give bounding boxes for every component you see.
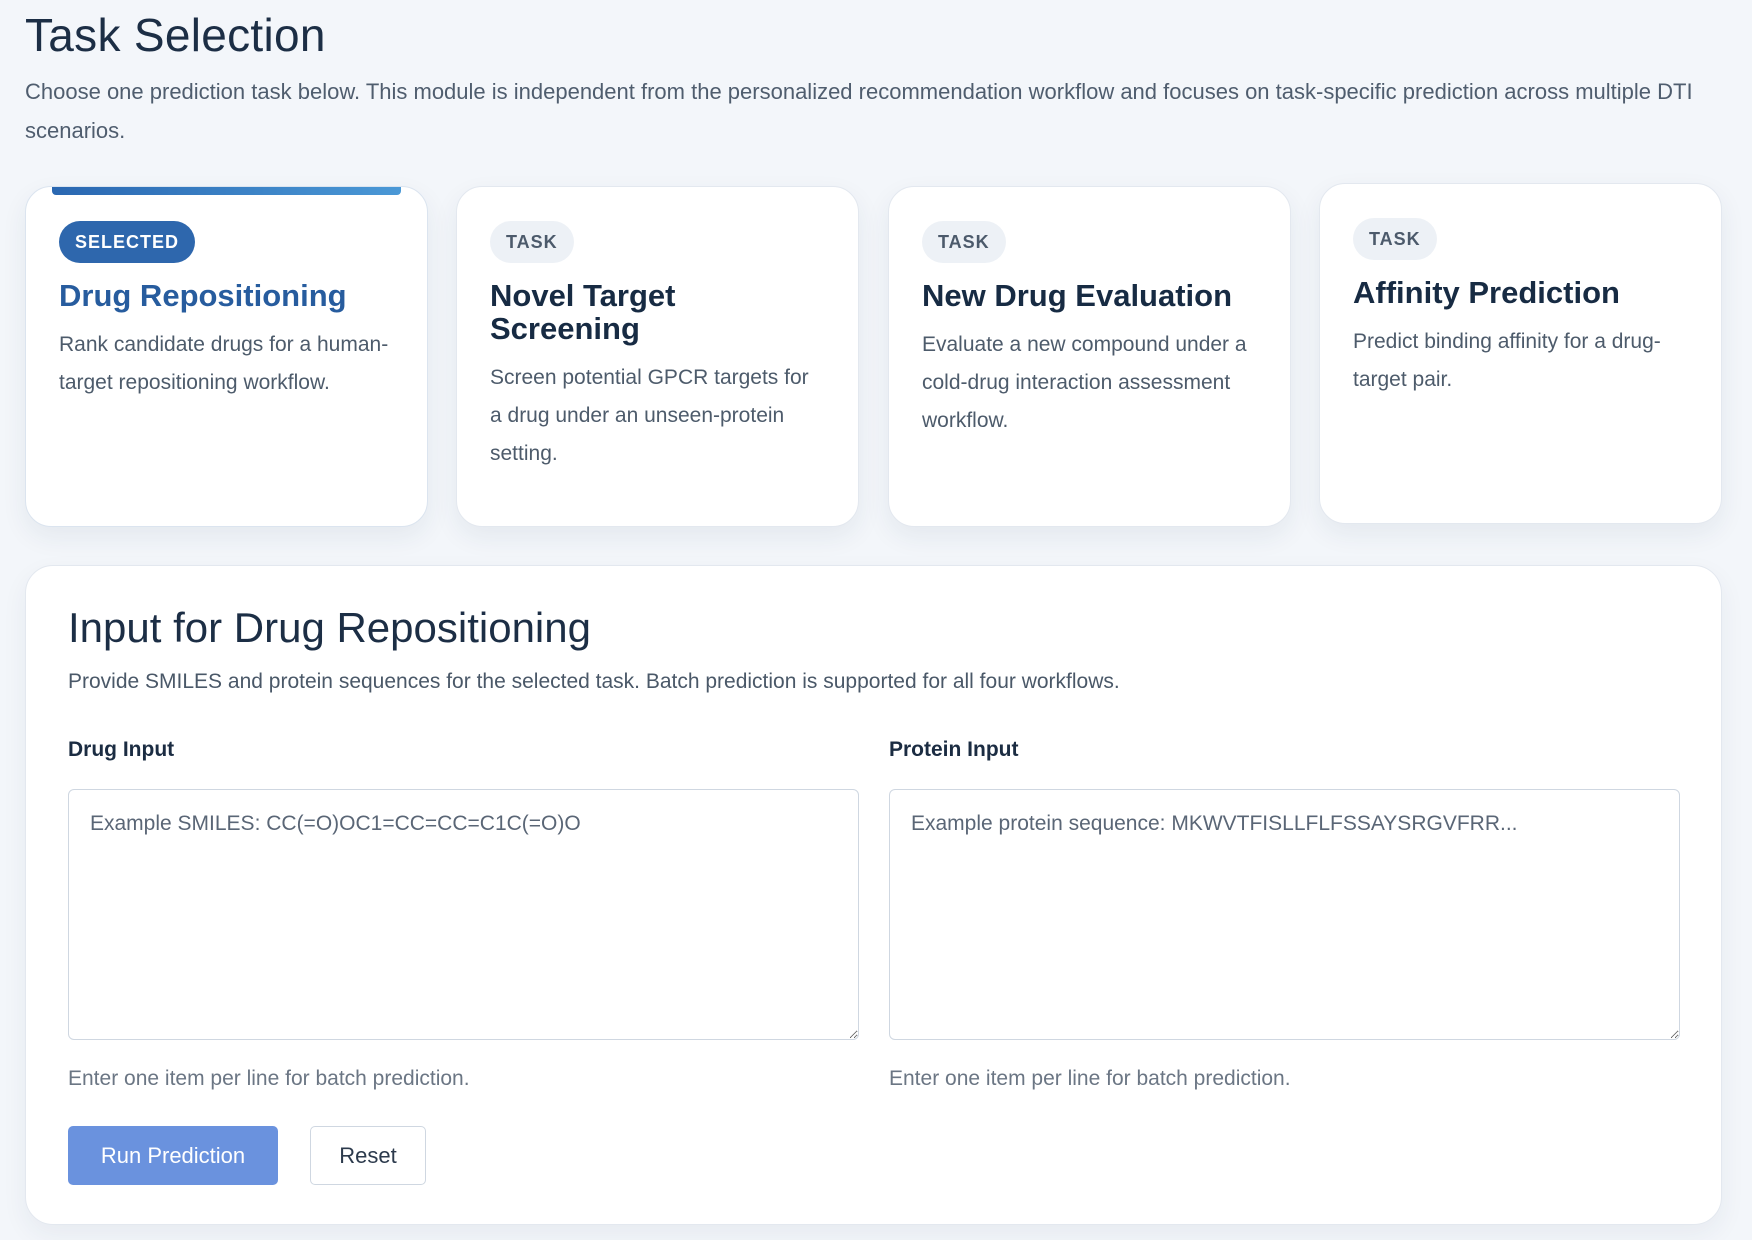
page-description: Choose one prediction task below. This m…: [25, 79, 1693, 143]
protein-input-group: Protein Input Enter one item per line fo…: [889, 738, 1680, 1091]
drug-input-label: Drug Input: [68, 738, 175, 761]
protein-input-label: Protein Input: [889, 738, 1019, 761]
run-prediction-button[interactable]: Run Prediction: [68, 1126, 278, 1185]
task-description: Evaluate a new compound under a cold-dru…: [922, 333, 1247, 432]
input-panel: Input for Drug Repositioning Provide SMI…: [25, 565, 1722, 1225]
selected-indicator-bar: [52, 187, 401, 195]
drug-input-group: Drug Input Enter one item per line for b…: [68, 738, 859, 1091]
task-badge: TASK: [490, 221, 574, 263]
task-badge: TASK: [1353, 218, 1437, 260]
task-description: Predict binding affinity for a drug-targ…: [1353, 330, 1661, 391]
task-card-new-drug-evaluation[interactable]: TASK New Drug Evaluation Evaluate a new …: [888, 186, 1291, 527]
protein-input-hint: Enter one item per line for batch predic…: [889, 1067, 1291, 1090]
selected-badge: SELECTED: [59, 221, 196, 263]
protein-input-textarea[interactable]: [889, 789, 1680, 1040]
task-title: Drug Repositioning: [59, 278, 347, 313]
task-title: New Drug Evaluation: [922, 278, 1233, 313]
input-panel-title: Input for Drug Repositioning: [68, 604, 591, 651]
task-card-novel-target-screening[interactable]: TASK Novel Target Screening Screen poten…: [456, 186, 859, 527]
task-description: Rank candidate drugs for a human-target …: [59, 333, 389, 394]
page-title: Task Selection: [25, 9, 326, 61]
task-title: Affinity Prediction: [1353, 275, 1620, 310]
task-card-drug-repositioning[interactable]: SELECTED Drug Repositioning Rank candida…: [25, 186, 428, 527]
input-panel-description: Provide SMILES and protein sequences for…: [68, 670, 1120, 693]
reset-button[interactable]: Reset: [310, 1126, 426, 1185]
task-selection-page: Task Selection Choose one prediction tas…: [0, 0, 1752, 1240]
task-cards: SELECTED Drug Repositioning Rank candida…: [25, 183, 1722, 527]
task-badge: TASK: [922, 221, 1006, 263]
drug-input-textarea[interactable]: [68, 789, 859, 1040]
drug-input-hint: Enter one item per line for batch predic…: [68, 1067, 470, 1090]
task-title: Novel Target Screening: [490, 278, 676, 346]
task-card-affinity-prediction[interactable]: TASK Affinity Prediction Predict binding…: [1319, 183, 1722, 524]
task-description: Screen potential GPCR targets for a drug…: [490, 366, 809, 465]
